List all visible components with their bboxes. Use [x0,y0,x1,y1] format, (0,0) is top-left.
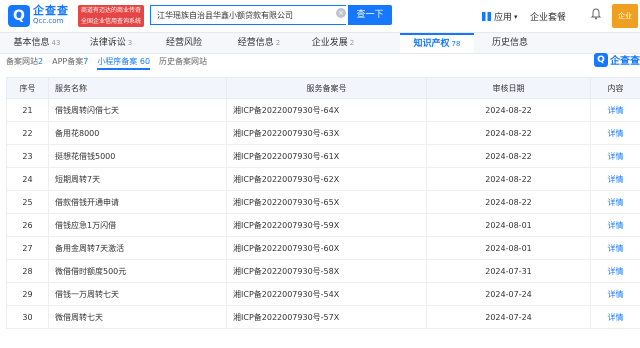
detail-link[interactable]: 详情 [590,305,640,329]
top-header: Q 企查查 Qcc.com 商道有迈达的商业传奇 全国企业信用查询系统 江华瑶族… [0,0,640,33]
detail-link[interactable]: 详情 [590,190,640,214]
logo[interactable]: Q 企查查 Qcc.com [8,5,69,27]
table-row: 27 备用金周转7天激活 湘ICP备2022007930号-60X 2024-08-0… [6,236,640,260]
nav-package[interactable]: 企业套餐 [530,10,566,23]
chevron-down-icon: ▾ [514,12,518,21]
col-name: 服务名称 [48,77,227,99]
table-row: 28 微借借时额度500元 湘ICP备2022007930号-58X 2024-07-… [6,259,640,283]
sub-tabs: 备案网站2 APP备案7 小程序备案 60 历史备案网站 [6,56,216,70]
watermark-mark: Q [594,52,608,67]
subtab-history-website[interactable]: 历史备案网站 [159,56,207,70]
tab-ip[interactable]: 知识产权 78 [400,33,474,53]
detail-link[interactable]: 详情 [590,98,640,122]
tab-history[interactable]: 历史信息 [474,33,548,53]
table-row: 23 挺想花借钱5000 湘ICP备2022007930号-61X 2024-08-2… [6,144,640,168]
detail-link[interactable]: 详情 [590,213,640,237]
table-header-row: 序号 服务名称 服务备案号 审核日期 内容 [6,77,640,99]
table-row: 24 短期周转7天 湘ICP备2022007930号-62X 2024-08-22 详情 [6,167,640,191]
main-tabs: 基本信息 43 法律诉讼 3 经营风险 经营信息 2 企业发展 2 知识产权 78 历史信… [0,33,640,54]
grid-icon [482,12,491,21]
search-button[interactable]: 查一下 [348,5,392,25]
tab-risk[interactable]: 经营风险 [148,33,222,53]
col-no: 序号 [6,77,49,99]
logo-mark: Q [8,5,30,27]
avatar[interactable]: 企业 [612,4,638,28]
nav-app-label: 应用 [494,13,513,23]
col-content: 内容 [590,77,640,99]
nav-app[interactable]: 应用 ▾ [482,10,518,23]
tab-development[interactable]: 企业发展 2 [296,33,370,53]
tab-legal[interactable]: 法律诉讼 3 [74,33,148,53]
detail-link[interactable]: 详情 [590,144,640,168]
detail-link[interactable]: 详情 [590,236,640,260]
watermark-logo: Q 企查查 [594,52,640,67]
subtab-miniprogram[interactable]: 小程序备案 60 [97,56,151,70]
table-row: 25 借款借钱开通申请 湘ICP备2022007930号-65X 2024-08-22… [6,190,640,214]
clear-icon[interactable]: × [336,8,346,18]
detail-link[interactable]: 详情 [590,167,640,191]
bell-icon[interactable] [590,8,602,20]
tab-operation[interactable]: 经营信息 2 [222,33,296,53]
col-date: 审核日期 [426,77,591,99]
logo-domain: Qcc.com [33,17,64,25]
table-row: 30 微借周转七天 湘ICP备2022007930号-57X 2024-07-24 详情 [6,305,640,329]
slogan-banner: 商道有迈达的商业传奇 全国企业信用查询系统 [78,5,144,27]
miniprogram-table: 序号 服务名称 服务备案号 审核日期 内容 21 借钱周转闪借七天 湘ICP备202… [6,77,640,329]
detail-link[interactable]: 详情 [590,259,640,283]
table-row: 29 借钱一万周转七天 湘ICP备2022007930号-54X 2024-07-24… [6,282,640,306]
table-row: 26 借钱应急1万闪借 湘ICP备2022007930号-59X 2024-08-01… [6,213,640,237]
tab-basic-info[interactable]: 基本信息 43 [0,33,74,53]
subtab-app[interactable]: APP备案7 [52,56,88,70]
logo-name: 企查查 [33,4,69,17]
table-row: 22 备用花8000 湘ICP备2022007930号-63X 2024-08-22 详… [6,121,640,145]
search-input[interactable]: 江华瑶族自治县华鑫小额贷款有限公司 [150,5,346,25]
subtab-website[interactable]: 备案网站2 [6,56,43,70]
col-record: 服务备案号 [226,77,427,99]
table-row: 21 借钱周转闪借七天 湘ICP备2022007930号-64X 2024-08-22… [6,98,640,122]
detail-link[interactable]: 详情 [590,121,640,145]
detail-link[interactable]: 详情 [590,282,640,306]
